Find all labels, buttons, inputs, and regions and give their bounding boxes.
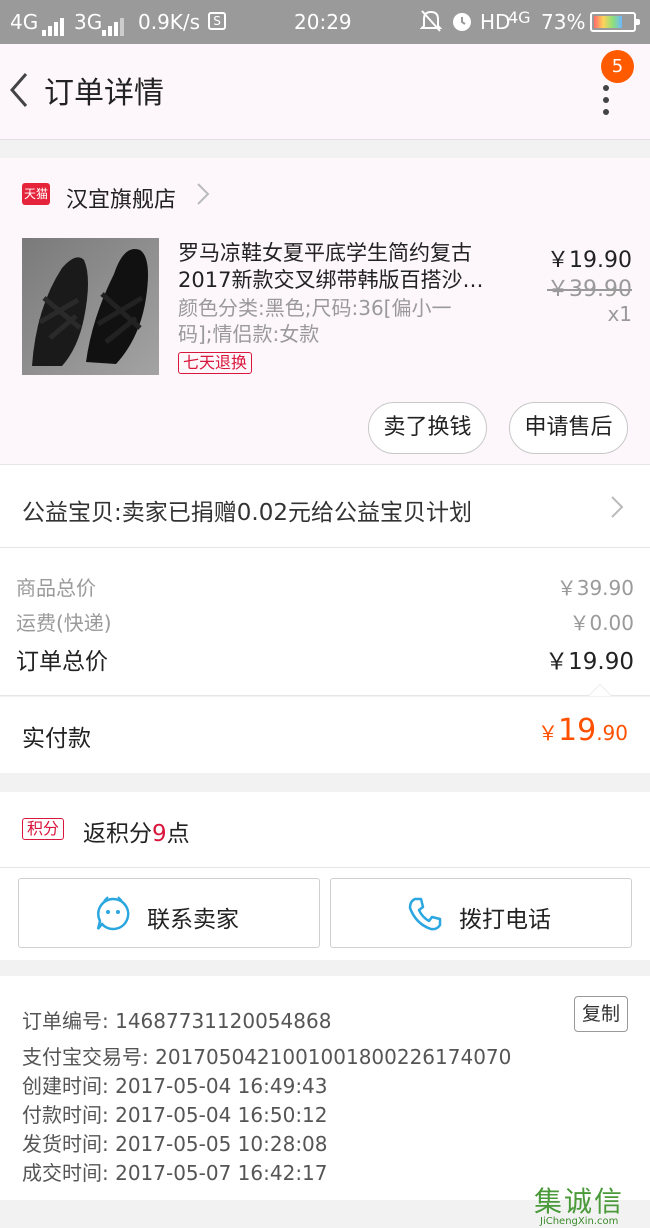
network-speed: 0.9K/s <box>138 10 201 34</box>
tmall-icon: 天猫 <box>22 183 50 205</box>
status-bar: 4G 3G 0.9K/s S 20:29 HD 4G 73% <box>0 0 650 44</box>
product-price: ￥19.90 <box>547 248 632 273</box>
battery-percent: 73% <box>541 10 586 34</box>
product-sku-line-1: 颜色分类:黑色;尺码:36[偏小一 <box>178 296 452 320</box>
call-phone-label: 拨打电话 <box>459 907 551 933</box>
chevron-right-icon <box>611 496 624 518</box>
network-type-3: 4G <box>508 8 531 27</box>
phone-icon <box>408 897 442 931</box>
call-phone-button[interactable]: 拨打电话 <box>330 878 632 948</box>
divider-notch <box>588 684 612 696</box>
price-summary: 商品总价 ￥39.90 运费(快递) ￥0.00 订单总价 ￥19.90 <box>0 548 650 696</box>
product-original-price: ￥39.90 <box>547 277 632 302</box>
watermark-logo: 集诚信 JiChengXin.com <box>534 1180 650 1228</box>
product-title-line-2: 2017新款交叉绑带韩版百搭沙… <box>178 268 484 292</box>
signal-icon-2 <box>102 12 126 36</box>
order-number: 订单编号: 14687731120054868 <box>22 1009 332 1033</box>
alipay-trade-number: 支付宝交易号: 2017050421001001800226174070 <box>22 1045 512 1069</box>
message-count-badge[interactable]: 5 <box>601 50 634 83</box>
order-total-value: ￥19.90 <box>545 649 634 675</box>
goods-total-value: ￥39.90 <box>556 576 634 600</box>
watermark-text: 集诚信 <box>534 1185 625 1218</box>
watermark-url: JiChengXin.com <box>540 1216 619 1227</box>
contact-actions: 联系卖家 拨打电话 <box>0 868 650 960</box>
alarm-icon <box>450 9 474 38</box>
product-quantity: x1 <box>607 302 632 326</box>
product-sku-line-2: 码];情侣款:女款 <box>178 322 320 346</box>
store-name[interactable]: 汉宜旗舰店 <box>66 182 176 214</box>
contact-seller-label: 联系卖家 <box>147 907 239 933</box>
points-prefix: 返积分 <box>83 821 152 847</box>
contact-seller-button[interactable]: 联系卖家 <box>18 878 320 948</box>
charity-text: 公益宝贝:卖家已捐赠0.02元给公益宝贝计划 <box>22 500 472 526</box>
network-type-1: 4G <box>10 10 39 34</box>
paid-decimal: .90 <box>596 721 628 745</box>
amount-paid-value: ￥19.90 <box>538 713 628 748</box>
amount-paid-row: 实付款 ￥19.90 <box>0 697 650 773</box>
shipped-time: 发货时间: 2017-05-05 10:28:08 <box>22 1132 328 1156</box>
chat-bubble-icon <box>96 896 130 931</box>
signal-icon-1 <box>42 12 66 36</box>
hd-label: HD <box>480 10 511 34</box>
created-time: 创建时间: 2017-05-04 16:49:43 <box>22 1074 328 1098</box>
completed-time: 成交时间: 2017-05-07 16:42:17 <box>22 1161 328 1185</box>
battery-icon <box>590 12 640 32</box>
shipping-value: ￥0.00 <box>569 611 634 635</box>
sandal-image-icon <box>22 238 159 375</box>
seven-day-return-tag: 七天退换 <box>178 352 253 374</box>
shipping-label: 运费(快递) <box>16 611 112 635</box>
clock: 20:29 <box>294 10 352 34</box>
nav-header: 订单详情 <box>0 44 650 140</box>
paid-integer: 19 <box>558 713 597 748</box>
charity-row[interactable]: 公益宝贝:卖家已捐赠0.02元给公益宝贝计划 <box>0 464 650 548</box>
copy-button[interactable]: 复制 <box>574 996 628 1032</box>
paid-time: 付款时间: 2017-05-04 16:50:12 <box>22 1103 328 1127</box>
product-title[interactable]: 罗马凉鞋女夏平底学生简约复古 2017新款交叉绑带韩版百搭沙… <box>178 240 498 294</box>
after-sale-button[interactable]: 申请售后 <box>509 402 628 454</box>
points-number: 9 <box>152 821 167 847</box>
points-badge: 积分 <box>22 818 65 840</box>
product-sku: 颜色分类:黑色;尺码:36[偏小一 码];情侣款:女款 <box>178 295 478 347</box>
goods-total-label: 商品总价 <box>16 576 96 600</box>
more-menu-icon[interactable] <box>596 80 616 120</box>
sim-icon: S <box>208 12 226 30</box>
points-text: 返积分9点 <box>83 814 190 848</box>
order-total-label: 订单总价 <box>16 649 108 675</box>
product-title-line-1: 罗马凉鞋女夏平底学生简约复古 <box>178 241 472 265</box>
resell-button[interactable]: 卖了换钱 <box>368 402 487 454</box>
points-suffix: 点 <box>166 821 190 847</box>
product-thumbnail[interactable] <box>22 238 159 375</box>
paid-currency: ￥ <box>538 721 558 745</box>
mute-bell-icon <box>419 8 443 39</box>
page-title: 订单详情 <box>44 76 164 111</box>
back-arrow-icon[interactable] <box>6 70 34 110</box>
points-row: 积分 返积分9点 <box>0 792 650 868</box>
network-type-2: 3G <box>74 10 103 34</box>
amount-paid-label: 实付款 <box>22 726 91 752</box>
chevron-right-icon[interactable] <box>196 182 210 206</box>
